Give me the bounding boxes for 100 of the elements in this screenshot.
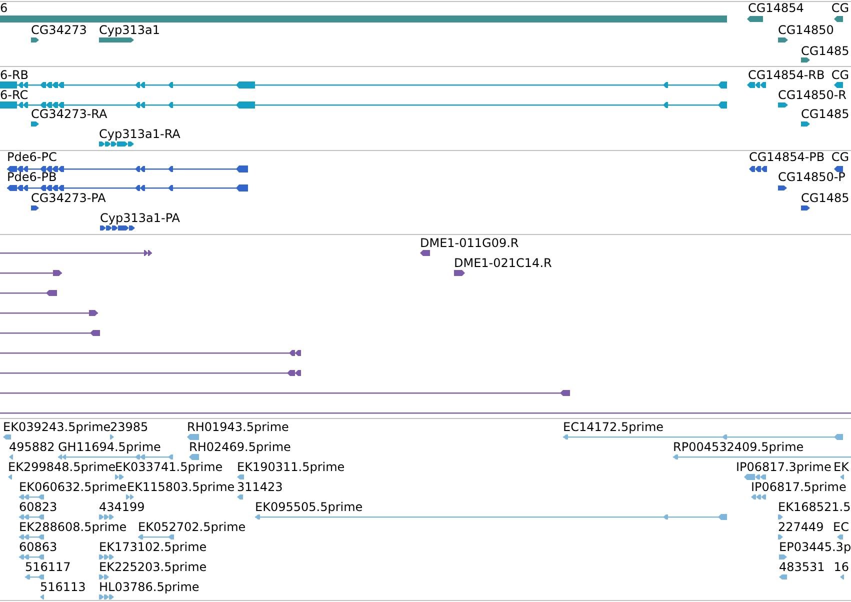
feature-label: CG14854-PB	[749, 150, 825, 164]
feature-glyph[interactable]	[99, 514, 114, 520]
feature-label: 23985	[110, 420, 148, 434]
feature-glyph[interactable]	[0, 270, 62, 276]
feature-glyph[interactable]	[0, 390, 570, 396]
feature-glyph[interactable]	[99, 594, 114, 600]
feature-glyph[interactable]	[7, 184, 248, 192]
feature-glyph[interactable]	[747, 82, 766, 88]
feature-glyph[interactable]	[840, 474, 844, 480]
feature-glyph[interactable]	[420, 250, 430, 256]
feature-glyph[interactable]	[837, 534, 843, 540]
feature-glyph[interactable]	[834, 166, 843, 172]
feature-glyph[interactable]	[237, 474, 244, 480]
feature-glyph[interactable]	[189, 454, 199, 460]
feature-label: CG34273-RA	[31, 107, 108, 121]
feature-glyph[interactable]	[31, 122, 39, 126]
feature-glyph[interactable]	[110, 434, 114, 440]
feature-glyph[interactable]	[99, 574, 109, 580]
feature-glyph[interactable]	[3, 434, 11, 440]
feature-glyph[interactable]	[0, 310, 98, 316]
feature-label: CG14854	[748, 1, 804, 15]
feature-glyph[interactable]	[126, 494, 134, 500]
feature-glyph[interactable]	[19, 514, 44, 520]
feature-glyph[interactable]	[0, 370, 301, 376]
feature-glyph[interactable]	[58, 454, 173, 460]
feature-label: EK060632.5prime	[19, 480, 127, 494]
feature-glyph[interactable]	[801, 58, 810, 62]
feature-glyph[interactable]	[19, 494, 44, 500]
feature-label: 311423	[237, 480, 283, 494]
feature-glyph[interactable]	[801, 206, 810, 210]
feature-glyph[interactable]	[0, 350, 301, 356]
feature-glyph[interactable]	[99, 38, 134, 42]
feature-glyph[interactable]	[7, 166, 248, 172]
feature-glyph[interactable]	[834, 82, 843, 88]
feature-label: CG14850	[778, 23, 834, 37]
feature-glyph[interactable]	[779, 574, 787, 580]
feature-label: EK115803.5prime	[127, 480, 235, 494]
feature-glyph[interactable]	[749, 166, 767, 172]
feature-glyph[interactable]	[673, 454, 851, 460]
feature-glyph[interactable]	[0, 102, 727, 108]
feature-glyph[interactable]	[0, 250, 152, 256]
feature-glyph[interactable]	[31, 206, 39, 210]
feature-glyph[interactable]	[834, 16, 843, 22]
feature-label: Cyp313a1-RA	[99, 127, 180, 141]
feature-glyph[interactable]	[187, 434, 199, 440]
feature-label: EK168521.5	[778, 500, 851, 514]
feature-label: 495882	[9, 440, 55, 454]
feature-label: GH11694.5prime	[58, 440, 161, 454]
feature-glyph[interactable]	[744, 474, 766, 480]
feature-label: 516117	[25, 560, 71, 574]
feature-glyph[interactable]	[100, 226, 135, 230]
feature-glyph[interactable]	[0, 290, 57, 296]
feature-label: 516113	[40, 580, 86, 594]
feature-glyph[interactable]	[19, 554, 44, 560]
feature-label: EK299848.5prime	[8, 460, 116, 474]
feature-glyph[interactable]	[138, 534, 174, 540]
feature-glyph[interactable]	[8, 474, 12, 480]
feature-glyph[interactable]	[19, 534, 44, 540]
feature-glyph[interactable]	[25, 574, 44, 580]
feature-label: IP06817.5prime	[751, 480, 846, 494]
feature-label: CG	[831, 1, 849, 15]
feature-glyph[interactable]	[778, 102, 788, 108]
feature-glyph[interactable]	[751, 494, 766, 500]
feature-label: CG1485	[801, 44, 850, 58]
feature-label: 60823	[19, 500, 58, 514]
feature-label: EK	[834, 460, 849, 474]
feature-label: EK288608.5prime	[19, 520, 127, 534]
feature-label: EC	[833, 520, 849, 534]
feature-glyph[interactable]	[778, 514, 783, 520]
feature-label: EK095505.5prime	[255, 500, 363, 514]
feature-glyph[interactable]	[778, 534, 783, 540]
feature-label: 227449	[778, 520, 824, 534]
feature-label: EK033741.5prime	[115, 460, 223, 474]
feature-glyph[interactable]	[99, 554, 114, 560]
feature-glyph[interactable]	[801, 122, 810, 126]
feature-glyph[interactable]	[778, 186, 787, 190]
feature-glyph[interactable]	[31, 38, 39, 42]
feature-glyph[interactable]	[40, 594, 44, 600]
feature-label: CG1485	[801, 191, 850, 205]
feature-glyph[interactable]	[255, 514, 727, 520]
feature-label: DME1-021C14.R	[454, 256, 552, 270]
feature-glyph[interactable]	[747, 16, 763, 22]
feature-label: 434199	[99, 500, 145, 514]
feature-label: Cyp313a1	[99, 23, 160, 37]
feature-label: 6-RC	[0, 88, 28, 102]
feature-glyph[interactable]	[0, 330, 100, 336]
feature-glyph[interactable]	[0, 82, 727, 88]
feature-glyph[interactable]	[99, 142, 134, 146]
feature-glyph[interactable]	[454, 270, 465, 276]
feature-glyph[interactable]	[840, 574, 844, 580]
feature-glyph[interactable]	[115, 474, 124, 480]
feature-glyph[interactable]	[237, 494, 243, 500]
feature-glyph[interactable]	[778, 38, 788, 42]
feature-label: EK039243.5prime	[3, 420, 111, 434]
feature-glyph[interactable]	[9, 454, 13, 460]
feature-label: 60863	[19, 540, 58, 554]
feature-glyph[interactable]	[563, 434, 843, 440]
feature-label: EP03445.3p	[779, 540, 851, 554]
feature-glyph[interactable]	[779, 554, 787, 560]
feature-label: IP06817.3prime	[736, 460, 832, 474]
